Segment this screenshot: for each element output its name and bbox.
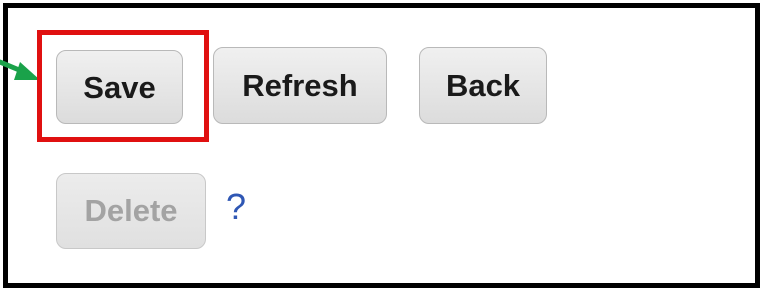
- help-icon[interactable]: ?: [226, 187, 246, 227]
- refresh-button[interactable]: Refresh: [213, 47, 387, 124]
- save-button[interactable]: Save: [56, 50, 183, 124]
- delete-button[interactable]: Delete: [56, 173, 206, 249]
- back-button[interactable]: Back: [419, 47, 547, 124]
